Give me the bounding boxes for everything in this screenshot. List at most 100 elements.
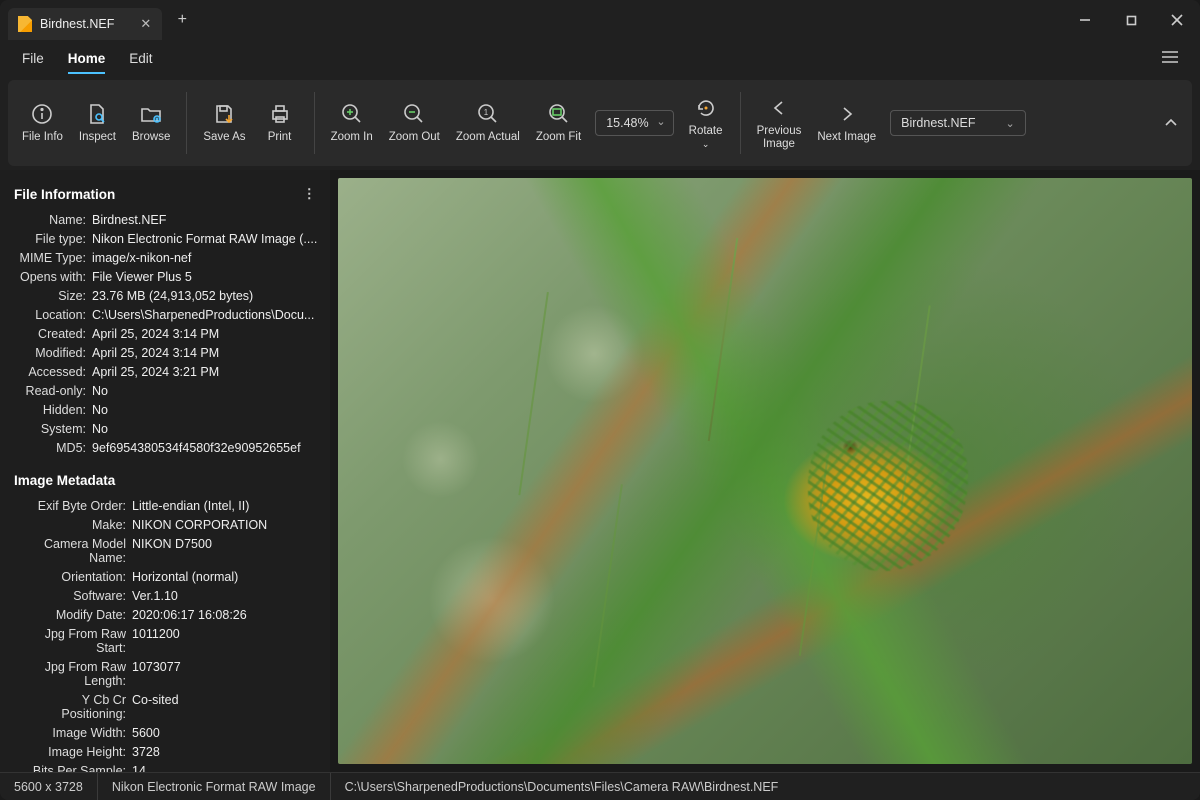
property-key: Hidden: [14, 403, 92, 417]
zoom-in-icon [339, 101, 365, 127]
next-image-button[interactable]: Next Image [809, 97, 884, 148]
chevron-down-icon: ⌄ [1006, 117, 1015, 130]
chevron-right-icon [834, 101, 860, 127]
save-icon [211, 101, 237, 127]
property-value: April 25, 2024 3:14 PM [92, 346, 322, 360]
property-row: MD5:9ef6954380534f4580f32e90952655ef [14, 438, 322, 457]
inspect-icon [84, 101, 110, 127]
property-key: Jpg From Raw Start: [14, 627, 132, 655]
property-row: MIME Type:image/x-nikon-nef [14, 248, 322, 267]
property-row: Modify Date:2020:06:17 16:08:26 [14, 605, 322, 624]
hamburger-menu-icon[interactable] [1152, 45, 1188, 72]
info-panel[interactable]: File Information ⋮ Name:Birdnest.NEF File… [0, 170, 330, 772]
property-key: Exif Byte Order: [14, 499, 132, 513]
property-row: Modified:April 25, 2024 3:14 PM [14, 343, 322, 362]
property-row: Read-only:No [14, 381, 322, 400]
tab-title: Birdnest.NEF [40, 17, 114, 31]
property-key: Location: [14, 308, 92, 322]
property-key: Created: [14, 327, 92, 341]
property-value: No [92, 384, 322, 398]
property-key: Modified: [14, 346, 92, 360]
property-row: Opens with:File Viewer Plus 5 [14, 267, 322, 286]
property-value: Birdnest.NEF [92, 213, 322, 227]
main-area: File Information ⋮ Name:Birdnest.NEF File… [0, 170, 1200, 772]
property-row: Bits Per Sample:14 [14, 761, 322, 772]
zoom-in-button[interactable]: Zoom In [323, 97, 381, 148]
property-row: Image Height:3728 [14, 742, 322, 761]
file-selector-dropdown[interactable]: Birdnest.NEF ⌄ [890, 110, 1026, 136]
metadata-heading: Image Metadata [14, 473, 322, 488]
property-key: Software: [14, 589, 132, 603]
status-dimensions: 5600 x 3728 [0, 773, 98, 800]
zoom-actual-button[interactable]: 1 Zoom Actual [448, 97, 528, 148]
property-row: Camera Model Name:NIKON D7500 [14, 534, 322, 567]
folder-icon [138, 101, 164, 127]
close-tab-icon[interactable]: ✕ [140, 16, 152, 32]
property-row: Location:C:\Users\SharpenedProductions\D… [14, 305, 322, 324]
property-key: Read-only: [14, 384, 92, 398]
property-row: Created:April 25, 2024 3:14 PM [14, 324, 322, 343]
close-window-button[interactable] [1154, 0, 1200, 40]
maximize-button[interactable] [1108, 0, 1154, 40]
property-key: Name: [14, 213, 92, 227]
property-row: System:No [14, 419, 322, 438]
zoom-fit-button[interactable]: Zoom Fit [528, 97, 589, 148]
titlebar: Birdnest.NEF ✕ + [0, 0, 1200, 40]
inspect-button[interactable]: Inspect [71, 97, 124, 148]
property-row: Orientation:Horizontal (normal) [14, 567, 322, 586]
document-tab[interactable]: Birdnest.NEF ✕ [8, 8, 162, 40]
property-key: Modify Date: [14, 608, 132, 622]
info-icon [29, 101, 55, 127]
menu-file[interactable]: File [12, 45, 54, 72]
statusbar: 5600 x 3728 Nikon Electronic Format RAW … [0, 772, 1200, 800]
property-row: Jpg From Raw Start:1011200 [14, 624, 322, 657]
property-value: 2020:06:17 16:08:26 [132, 608, 322, 622]
property-key: Size: [14, 289, 92, 303]
property-row: Software:Ver.1.10 [14, 586, 322, 605]
property-value: April 25, 2024 3:14 PM [92, 327, 322, 341]
zoom-out-icon [401, 101, 427, 127]
app-window: Birdnest.NEF ✕ + File Home Edit File Inf… [0, 0, 1200, 800]
file-icon [18, 16, 32, 32]
property-row: Exif Byte Order:Little-endian (Intel, II… [14, 496, 322, 515]
menu-home[interactable]: Home [58, 45, 116, 72]
print-button[interactable]: Print [254, 97, 306, 148]
property-row: Size:23.76 MB (24,913,052 bytes) [14, 286, 322, 305]
property-key: Bits Per Sample: [14, 764, 132, 773]
property-value: File Viewer Plus 5 [92, 270, 322, 284]
image-viewer[interactable] [330, 170, 1200, 772]
collapse-ribbon-button[interactable] [1150, 110, 1192, 137]
property-value: Nikon Electronic Format RAW Image (.... [92, 232, 322, 246]
save-as-button[interactable]: Save As [195, 97, 253, 148]
file-info-button[interactable]: File Info [14, 97, 71, 148]
svg-text:1: 1 [484, 108, 489, 117]
property-row: File type:Nikon Electronic Format RAW Im… [14, 229, 322, 248]
property-row: Image Width:5600 [14, 723, 322, 742]
property-value: 14 [132, 764, 322, 773]
property-value: 1011200 [132, 627, 322, 655]
minimize-button[interactable] [1062, 0, 1108, 40]
property-value: 23.76 MB (24,913,052 bytes) [92, 289, 322, 303]
new-tab-button[interactable]: + [168, 11, 196, 29]
property-row: Jpg From Raw Length:1073077 [14, 657, 322, 690]
property-row: Make:NIKON CORPORATION [14, 515, 322, 534]
property-key: System: [14, 422, 92, 436]
zoom-fit-icon [546, 101, 572, 127]
property-key: Image Height: [14, 745, 132, 759]
rotate-button[interactable]: Rotate⌄ [680, 91, 732, 155]
browse-button[interactable]: Browse [124, 97, 178, 148]
property-key: Jpg From Raw Length: [14, 660, 132, 688]
property-value: C:\Users\SharpenedProductions\Docu... [92, 308, 322, 322]
property-value: NIKON D7500 [132, 537, 322, 565]
zoom-out-button[interactable]: Zoom Out [381, 97, 448, 148]
property-value: 1073077 [132, 660, 322, 688]
panel-menu-icon[interactable]: ⋮ [297, 186, 323, 202]
property-key: Image Width: [14, 726, 132, 740]
file-info-heading: File Information ⋮ [14, 186, 322, 202]
zoom-actual-icon: 1 [475, 101, 501, 127]
previous-image-button[interactable]: Previous Image [749, 91, 810, 155]
zoom-level-select[interactable]: 15.48% [595, 110, 673, 136]
window-controls [1062, 0, 1200, 40]
menu-edit[interactable]: Edit [119, 45, 162, 72]
property-key: MIME Type: [14, 251, 92, 265]
